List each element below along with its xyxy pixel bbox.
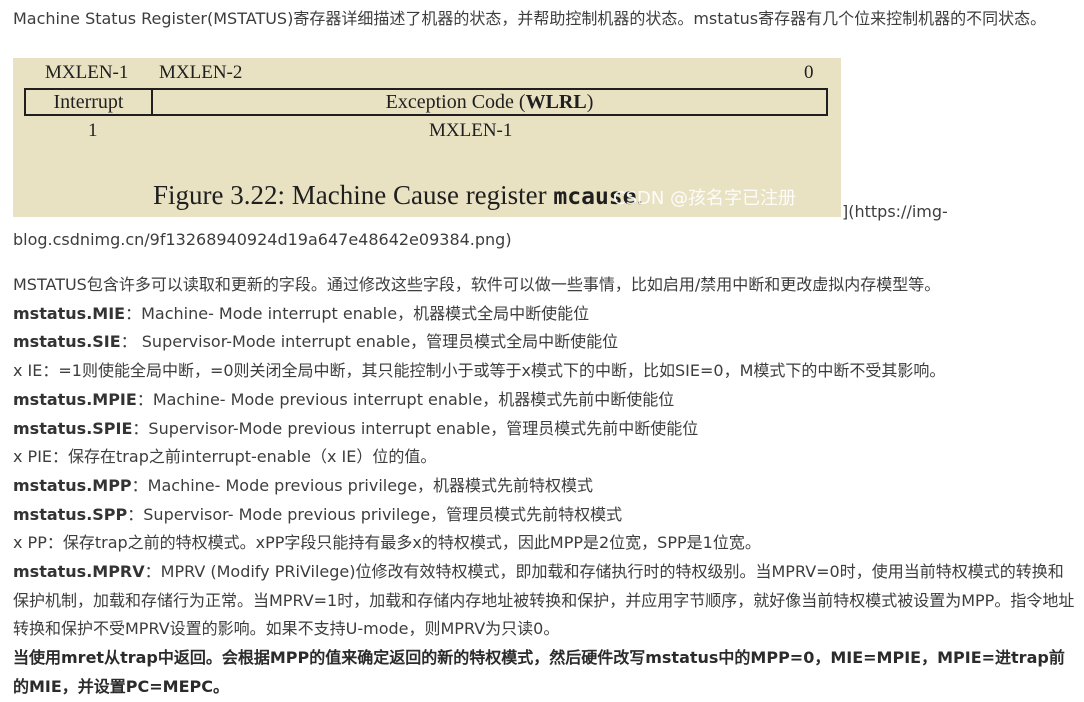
csdn-watermark: CSDN @孩名字已注册 [613, 188, 797, 209]
image-link-text-continued[interactable]: blog.csdnimg.cn/9f13268940924d19a647e486… [13, 228, 512, 252]
register-field-box: Interrupt Exception Code (WLRL) [24, 88, 828, 116]
paragraph-spp: mstatus.SPP：Supervisor- Mode previous pr… [13, 504, 623, 524]
paragraph-spie: mstatus.SPIE：Supervisor-Mode previous in… [13, 418, 699, 438]
mcause-figure-image: MXLEN-1 MXLEN-2 0 Interrupt Exception Co… [13, 58, 841, 217]
bit-label-0: 0 [804, 62, 814, 83]
wlrl-label: WLRL [525, 91, 587, 113]
width-label-exception: MXLEN-1 [429, 120, 513, 141]
paragraph-mpp: mstatus.MPP：Machine- Mode previous privi… [13, 475, 594, 495]
field-interrupt: Interrupt [26, 90, 153, 114]
intro-paragraph: Machine Status Register(MSTATUS)寄存器详细描述了… [13, 9, 1047, 28]
paragraph-sie: mstatus.SIE： Supervisor-Mode interrupt e… [13, 332, 619, 352]
bit-label-mxlen-1: MXLEN-1 [45, 62, 129, 83]
closing-paragraph: 当使用mret从trap中返回。会根据MPP的值来确定返回的新的特权模式，然后硬… [13, 648, 1065, 696]
figure-caption: Figure 3.22: Machine Cause register mcau… [153, 180, 644, 210]
image-link-text[interactable]: ](https://img- [842, 200, 948, 224]
paragraph-mie: mstatus.MIE：Machine- Mode interrupt enab… [13, 303, 590, 323]
width-label-interrupt: 1 [88, 120, 98, 141]
paragraph: MSTATUS包含许多可以读取和更新的字段。通过修改这些字段，软件可以做一些事情… [13, 275, 941, 294]
paragraph-mpie: mstatus.MPIE：Machine- Mode previous inte… [13, 389, 675, 409]
paragraph-xie: x IE：=1则使能全局中断，=0则关闭全局中断，其只能控制小于或等于x模式下的… [13, 361, 946, 381]
article-page: Machine Status Register(MSTATUS)寄存器详细描述了… [0, 0, 1084, 700]
field-exception-code: Exception Code (WLRL) [385, 91, 594, 113]
paragraph-mprv: mstatus.MPRV：MPRV (Modify PRiVilege)位修改有… [13, 562, 1075, 639]
paragraph-xpie: x PIE：保存在trap之前interrupt-enable（x IE）位的值… [13, 447, 437, 467]
article-body: MSTATUS包含许多可以读取和更新的字段。通过修改这些字段，软件可以做一些事情… [13, 271, 1075, 702]
paragraph-xpp: x PP：保存trap之前的特权模式。xPP字段只能持有最多x的特权模式，因此M… [13, 533, 761, 553]
bit-label-mxlen-2: MXLEN-2 [159, 62, 243, 83]
